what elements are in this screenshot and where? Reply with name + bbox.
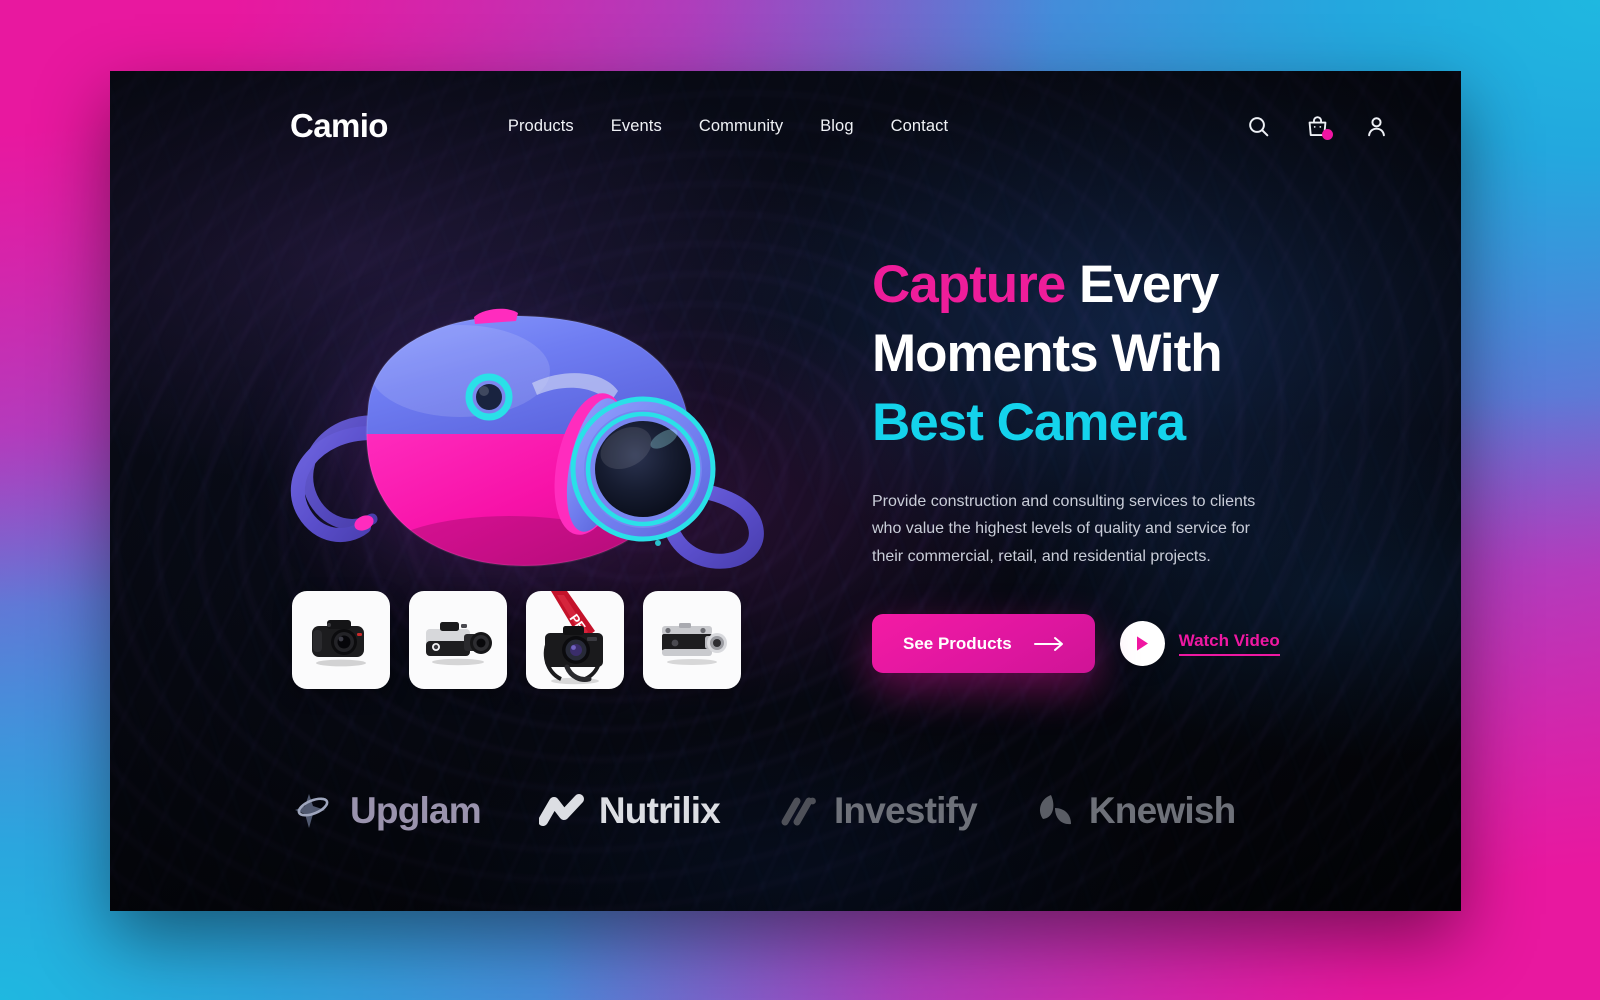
- play-video-button[interactable]: [1119, 621, 1165, 667]
- thumbnail-item-3[interactable]: PE: [526, 591, 624, 689]
- nav-link-contact[interactable]: Contact: [891, 117, 949, 136]
- hero-paragraph: Provide construction and consulting serv…: [872, 492, 1256, 565]
- see-products-button[interactable]: See Products: [872, 614, 1095, 674]
- nav-link-community[interactable]: Community: [699, 117, 783, 136]
- nav-link-events[interactable]: Events: [611, 117, 662, 136]
- headline-line1-rest: Every: [1065, 255, 1219, 314]
- dslr-camera-thumb-icon: [312, 620, 366, 667]
- watch-video-link[interactable]: Watch Video: [1178, 631, 1280, 657]
- brand-knewish[interactable]: Knewish: [1035, 790, 1236, 832]
- nav-link-blog[interactable]: Blog: [820, 117, 853, 136]
- hero-cta-row: See Products Watch Video: [872, 614, 1342, 674]
- hero-copy: Capture Every Moments With Best Camera P…: [872, 251, 1342, 674]
- brand-investify-label: Investify: [833, 790, 978, 831]
- see-products-label: See Products: [903, 633, 1012, 653]
- thumbnail-item-1[interactable]: [292, 591, 390, 689]
- arrow-right-icon: [1033, 636, 1064, 652]
- cart-badge-dot: [1322, 128, 1333, 140]
- hero-camera-image: [260, 291, 780, 621]
- brand-upglam-label: Upglam: [350, 790, 482, 831]
- play-triangle-icon: [1134, 635, 1150, 652]
- headline-line3: Best Camera: [872, 392, 1186, 452]
- brand-investify[interactable]: Investify: [778, 790, 978, 832]
- headline-line2: Moments With: [872, 323, 1223, 383]
- headline-accent-word: Capture: [872, 255, 1066, 314]
- film-slr-camera-thumb-icon: [426, 622, 492, 666]
- planet-star-icon: [292, 789, 336, 833]
- leaf-pair-icon: [1035, 792, 1075, 830]
- main-navigation: Products Events Community Blog Contact: [508, 117, 948, 136]
- hero-visual: [110, 181, 770, 801]
- user-account-icon[interactable]: [1364, 114, 1389, 139]
- thumbnail-item-2[interactable]: [409, 591, 507, 689]
- brand-nutrilix[interactable]: Nutrilix: [538, 790, 721, 832]
- cart-button[interactable]: [1305, 114, 1333, 140]
- site-logo[interactable]: Camio: [290, 107, 388, 145]
- vintage-rangefinder-camera-thumb-icon: [662, 623, 727, 665]
- nav-link-products[interactable]: Products: [508, 117, 574, 136]
- brand-nutrilix-label: Nutrilix: [598, 790, 721, 831]
- search-icon[interactable]: [1246, 114, 1271, 139]
- hero-panel: Camio Products Events Community Blog Con…: [110, 71, 1461, 911]
- zigzag-bolt-icon: [538, 794, 585, 828]
- partner-brand-strip: Upglam Nutrilix Investify Knewish: [110, 789, 1461, 833]
- thumbnail-item-4[interactable]: [643, 591, 741, 689]
- brand-upglam[interactable]: Upglam: [292, 789, 482, 833]
- header-actions: [1246, 114, 1389, 140]
- site-header: Camio Products Events Community Blog Con…: [110, 71, 1461, 181]
- diagonal-slashes-icon: [778, 794, 820, 828]
- product-thumbnail-list: PE: [292, 591, 741, 689]
- hero-headline: Capture Every Moments With Best Camera: [872, 251, 1342, 458]
- camera-with-red-strap-thumb-icon: PE: [543, 591, 603, 685]
- brand-knewish-label: Knewish: [1088, 790, 1236, 831]
